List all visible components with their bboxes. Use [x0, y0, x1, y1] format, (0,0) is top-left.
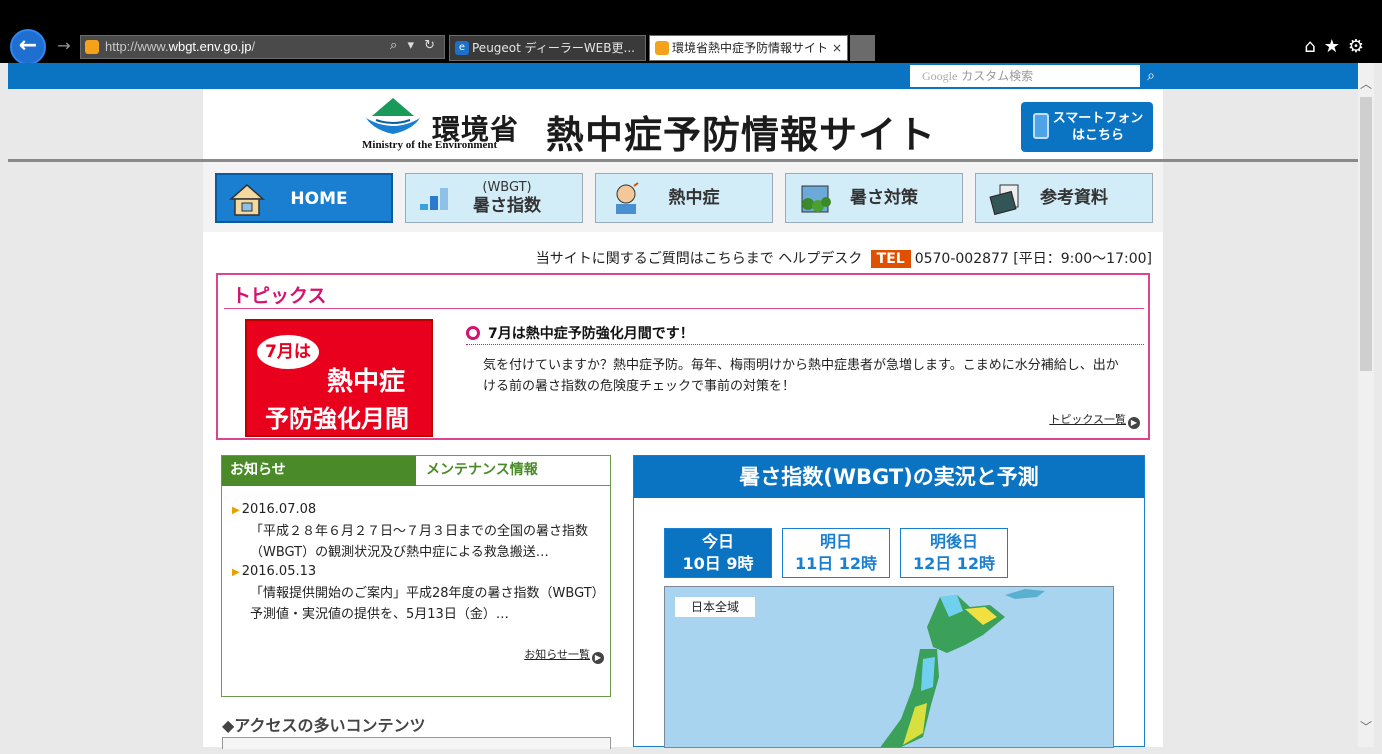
scrollbar[interactable]: ︿ ﹀: [1358, 63, 1374, 747]
news-date: 2016.07.08: [232, 502, 316, 517]
day-tab-day-after[interactable]: 明後日 12日 12時: [900, 528, 1008, 578]
topic-headline-text[interactable]: 7月は熱中症予防強化月間です！: [488, 326, 694, 342]
topics-box: トピックス 7月は 熱中症 予防強化月間 7月は熱中症予防強化月間です！ 気を付…: [216, 273, 1150, 440]
search-icon: ⌕: [1147, 68, 1155, 84]
wbgt-panel-title: 暑さ指数(WBGT)の実況と予測: [634, 456, 1144, 498]
day-time: 10日 9時: [682, 554, 754, 573]
favorites-star-icon[interactable]: ★: [1324, 36, 1348, 57]
popular-content-box: [222, 737, 611, 749]
ministry-logo-icon[interactable]: [362, 96, 424, 140]
address-url[interactable]: http://www.wbgt.env.go.jp/: [105, 39, 255, 54]
topics-more-link[interactable]: トピックス一覧 ▶: [1049, 411, 1140, 429]
scroll-down-icon[interactable]: ﹀: [1358, 718, 1374, 735]
nav-references-label: 参考資料: [1040, 188, 1108, 208]
arrow-right-icon: ▶: [592, 652, 604, 664]
helpdesk-info: 当サイトに関するご質問はこちらまで ヘルプデスク TEL 0570-002877 …: [536, 248, 1152, 268]
smartphone-site-button[interactable]: スマートフォン はこちら: [1021, 102, 1153, 152]
news-panel: お知らせ メンテナンス情報 2016.07.08 「平成２８年６月２７日～７月３…: [221, 455, 611, 697]
nav-wbgt[interactable]: (WBGT) 暑さ指数: [405, 173, 583, 223]
documents-icon: [989, 184, 1019, 216]
wbgt-chart-icon: [420, 188, 448, 210]
topic-dotted-divider: [466, 344, 1144, 345]
browser-chrome: ← → http://www.wbgt.env.go.jp/ ⌕ ▾ ↻ e P…: [0, 0, 1382, 65]
news-more-link[interactable]: お知らせ一覧 ▶: [524, 646, 604, 664]
wbgt-panel: 暑さ指数(WBGT)の実況と予測 今日 10日 9時 明日 11日 12時 明後…: [633, 455, 1145, 748]
address-bar[interactable]: http://www.wbgt.env.go.jp/ ⌕ ▾ ↻: [80, 35, 445, 59]
house-icon: [229, 184, 265, 216]
news-more-label[interactable]: お知らせ一覧: [524, 648, 590, 661]
search-placeholder: カスタム検索: [961, 69, 1034, 83]
topic-body: 気を付けていますか？熱中症予防。毎年、梅雨明けから熱中症患者が急増します。こまめ…: [483, 358, 1119, 394]
smartphone-label-1: スマートフォン: [1052, 111, 1144, 126]
banner-text-3: 予防強化月間: [265, 405, 409, 433]
day-tab-today[interactable]: 今日 10日 9時: [664, 528, 772, 578]
japan-map-icon: [880, 589, 1045, 747]
site-favicon: [655, 41, 669, 55]
home-icon[interactable]: ⌂: [1304, 36, 1323, 57]
day-label: 明後日: [929, 532, 978, 551]
tab-title: 環境省熱中症予防情報サイト: [672, 41, 829, 55]
helpdesk-text: 当サイトに関するご質問はこちらまで ヘルプデスク: [535, 251, 863, 267]
topics-divider: [224, 308, 1144, 309]
news-date: 2016.05.13: [232, 564, 316, 579]
site-title: 熱中症予防情報サイト: [546, 113, 937, 157]
nav-home[interactable]: HOME: [215, 173, 393, 223]
new-tab-button[interactable]: [850, 35, 875, 61]
japan-wbgt-map[interactable]: 日本全域: [664, 586, 1114, 748]
tab-peugeot[interactable]: e Peugeot ディーラーWEB更...: [449, 35, 646, 61]
news-item-link[interactable]: 「平成２８年６月２７日～７月３日までの全国の暑さ指数（WBGT）の観測状況及び熱…: [250, 521, 605, 563]
tab-wbgt-site[interactable]: 環境省熱中症予防情報サイト ×: [649, 35, 848, 61]
search-button[interactable]: ⌕: [1140, 65, 1162, 87]
topics-title: トピックス: [232, 285, 327, 307]
green-curtain-icon: [801, 185, 831, 213]
scroll-up-icon[interactable]: ︿: [1358, 75, 1374, 92]
arrow-right-icon: ▶: [1128, 417, 1140, 429]
smartphone-icon: [1033, 113, 1049, 139]
sick-person-icon: [616, 182, 639, 214]
toolbar-icons: ⌂★⚙: [1304, 36, 1372, 57]
site-favicon: [85, 40, 99, 54]
tab-maintenance[interactable]: メンテナンス情報: [416, 456, 610, 486]
google-search-input[interactable]: Google カスタム検索: [910, 65, 1140, 87]
topic-banner-image[interactable]: 7月は 熱中症 予防強化月間: [245, 319, 433, 437]
topic-headline[interactable]: 7月は熱中症予防強化月間です！: [466, 323, 694, 343]
tab-notice[interactable]: お知らせ: [222, 456, 416, 486]
forward-button[interactable]: →: [54, 36, 74, 56]
day-label: 今日: [701, 532, 734, 551]
news-item-link[interactable]: 「情報提供開始のご案内」平成28年度の暑さ指数（WBGT）予測値・実況値の提供を…: [250, 583, 605, 625]
nav-measures[interactable]: 暑さ対策: [785, 173, 963, 223]
nav-measures-label: 暑さ対策: [850, 188, 918, 208]
ministry-name-en[interactable]: Ministry of the Environment: [362, 139, 497, 151]
day-time: 11日 12時: [794, 554, 878, 573]
tel-badge: TEL: [870, 250, 911, 268]
banner-text-1: 7月は: [257, 335, 319, 369]
smartphone-label-2: はこちら: [1071, 128, 1124, 143]
banner-text-2: 熱中症: [327, 367, 406, 397]
day-label: 明日: [819, 532, 852, 551]
nav-references[interactable]: 参考資料: [975, 173, 1153, 223]
bullet-circle-icon: [466, 326, 480, 340]
tab-title: Peugeot ディーラーWEB更...: [472, 41, 635, 55]
back-button[interactable]: ←: [10, 29, 46, 65]
close-tab-icon[interactable]: ×: [832, 36, 842, 60]
nav-home-label: HOME: [290, 189, 348, 209]
topics-more-label[interactable]: トピックス一覧: [1049, 413, 1126, 426]
nav-heatstroke-label: 熱中症: [668, 188, 720, 208]
helpdesk-hours: [平日：9:00～17:00]: [1013, 251, 1152, 267]
address-controls[interactable]: ⌕ ▾ ↻: [390, 38, 438, 53]
settings-gear-icon[interactable]: ⚙: [1348, 36, 1372, 57]
google-label: Google: [922, 69, 958, 83]
ie-icon: e: [455, 41, 469, 55]
scroll-thumb[interactable]: [1360, 97, 1372, 371]
day-time: 12日 12時: [912, 554, 996, 573]
popular-content-heading: ◆アクセスの多いコンテンツ: [222, 716, 426, 735]
day-tab-tomorrow[interactable]: 明日 11日 12時: [782, 528, 890, 578]
nav-heatstroke[interactable]: 熱中症: [595, 173, 773, 223]
tel-number[interactable]: 0570-002877: [915, 251, 1009, 267]
